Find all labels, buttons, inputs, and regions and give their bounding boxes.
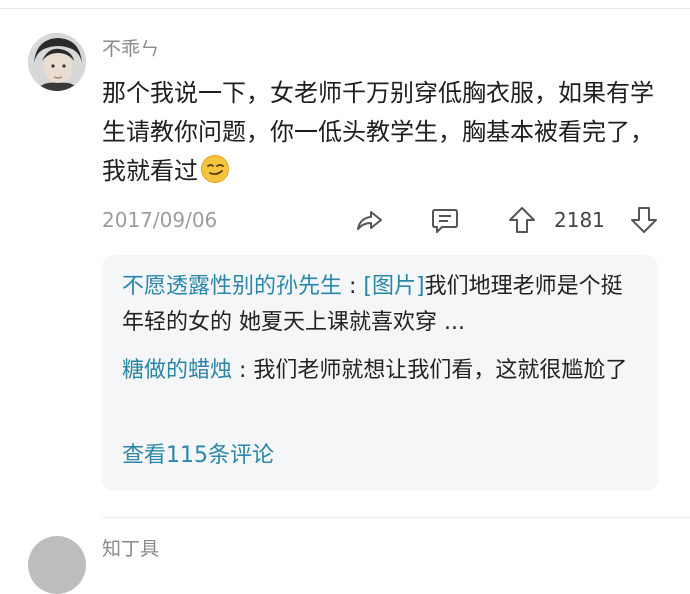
avatar[interactable] <box>28 33 86 91</box>
comment-body: 那个我说一下，女老师千万别穿低胸衣服，如果有学生请教你问题，你一低头教学生，胸基… <box>102 74 668 191</box>
reply-image-link[interactable]: [图片] <box>363 274 424 299</box>
next-comment-avatar[interactable] <box>28 536 86 594</box>
replies-box: 不愿透露性别的孙先生 : [图片]我们地理老师是个挺年轻的女的 她夏天上课就喜欢… <box>102 255 658 491</box>
comment-text: 那个我说一下，女老师千万别穿低胸衣服，如果有学生请教你问题，你一低头教学生，胸基… <box>102 79 654 185</box>
reply-author[interactable]: 糖做的蜡烛 <box>122 358 232 383</box>
reply-item: 不愿透露性别的孙先生 : [图片]我们地理老师是个挺年轻的女的 她夏天上课就喜欢… <box>122 269 642 341</box>
top-divider <box>0 8 690 9</box>
reply-separator: : <box>232 358 254 383</box>
bottom-divider <box>102 517 690 518</box>
downvote-arrow-icon[interactable] <box>629 205 659 235</box>
reply-separator: : <box>342 274 364 299</box>
share-icon[interactable] <box>354 205 384 235</box>
reply-item: 糖做的蜡烛 : 我们老师就想让我们看，这就很尴尬了 <box>122 353 642 389</box>
comment-date: 2017/09/06 <box>102 208 218 232</box>
comment-icon[interactable] <box>430 205 460 235</box>
user-avatar-photo <box>28 33 86 91</box>
comment-username[interactable]: 不乖ㄣ <box>102 34 159 61</box>
reply-author[interactable]: 不愿透露性别的孙先生 <box>122 274 342 299</box>
upvote-arrow-icon[interactable] <box>507 205 537 235</box>
smirk-emoji-icon <box>200 154 230 184</box>
reply-text: 我们老师就想让我们看，这就很尴尬了 <box>253 358 628 383</box>
like-count: 2181 <box>554 208 605 232</box>
view-more-replies-link[interactable]: 查看115条评论 <box>122 437 274 469</box>
